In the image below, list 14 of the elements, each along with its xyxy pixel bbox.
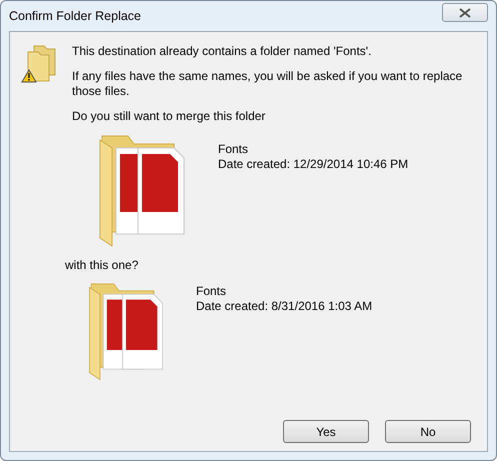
folder-warning-icon (20, 44, 58, 84)
message-text: Do you still want to merge this folder (72, 109, 266, 124)
yes-button[interactable]: Yes (283, 420, 369, 443)
message-text: If any files have the same names, you will be asked if you want to replace those files. (72, 69, 464, 99)
window-title: Confirm Folder Replace (9, 9, 141, 23)
folder-name: Fonts (218, 142, 250, 157)
date-created: Date created: 8/31/2016 1:03 AM (196, 299, 372, 314)
message-text: This destination already contains a folder named 'Fonts'. (72, 44, 372, 59)
close-icon (459, 8, 471, 18)
close-button[interactable] (442, 3, 488, 22)
no-button[interactable]: No (385, 420, 471, 443)
question-text: with this one? (65, 258, 140, 272)
folder-name: Fonts (196, 284, 228, 299)
date-created: Date created: 12/29/2014 10:46 PM (218, 157, 408, 172)
